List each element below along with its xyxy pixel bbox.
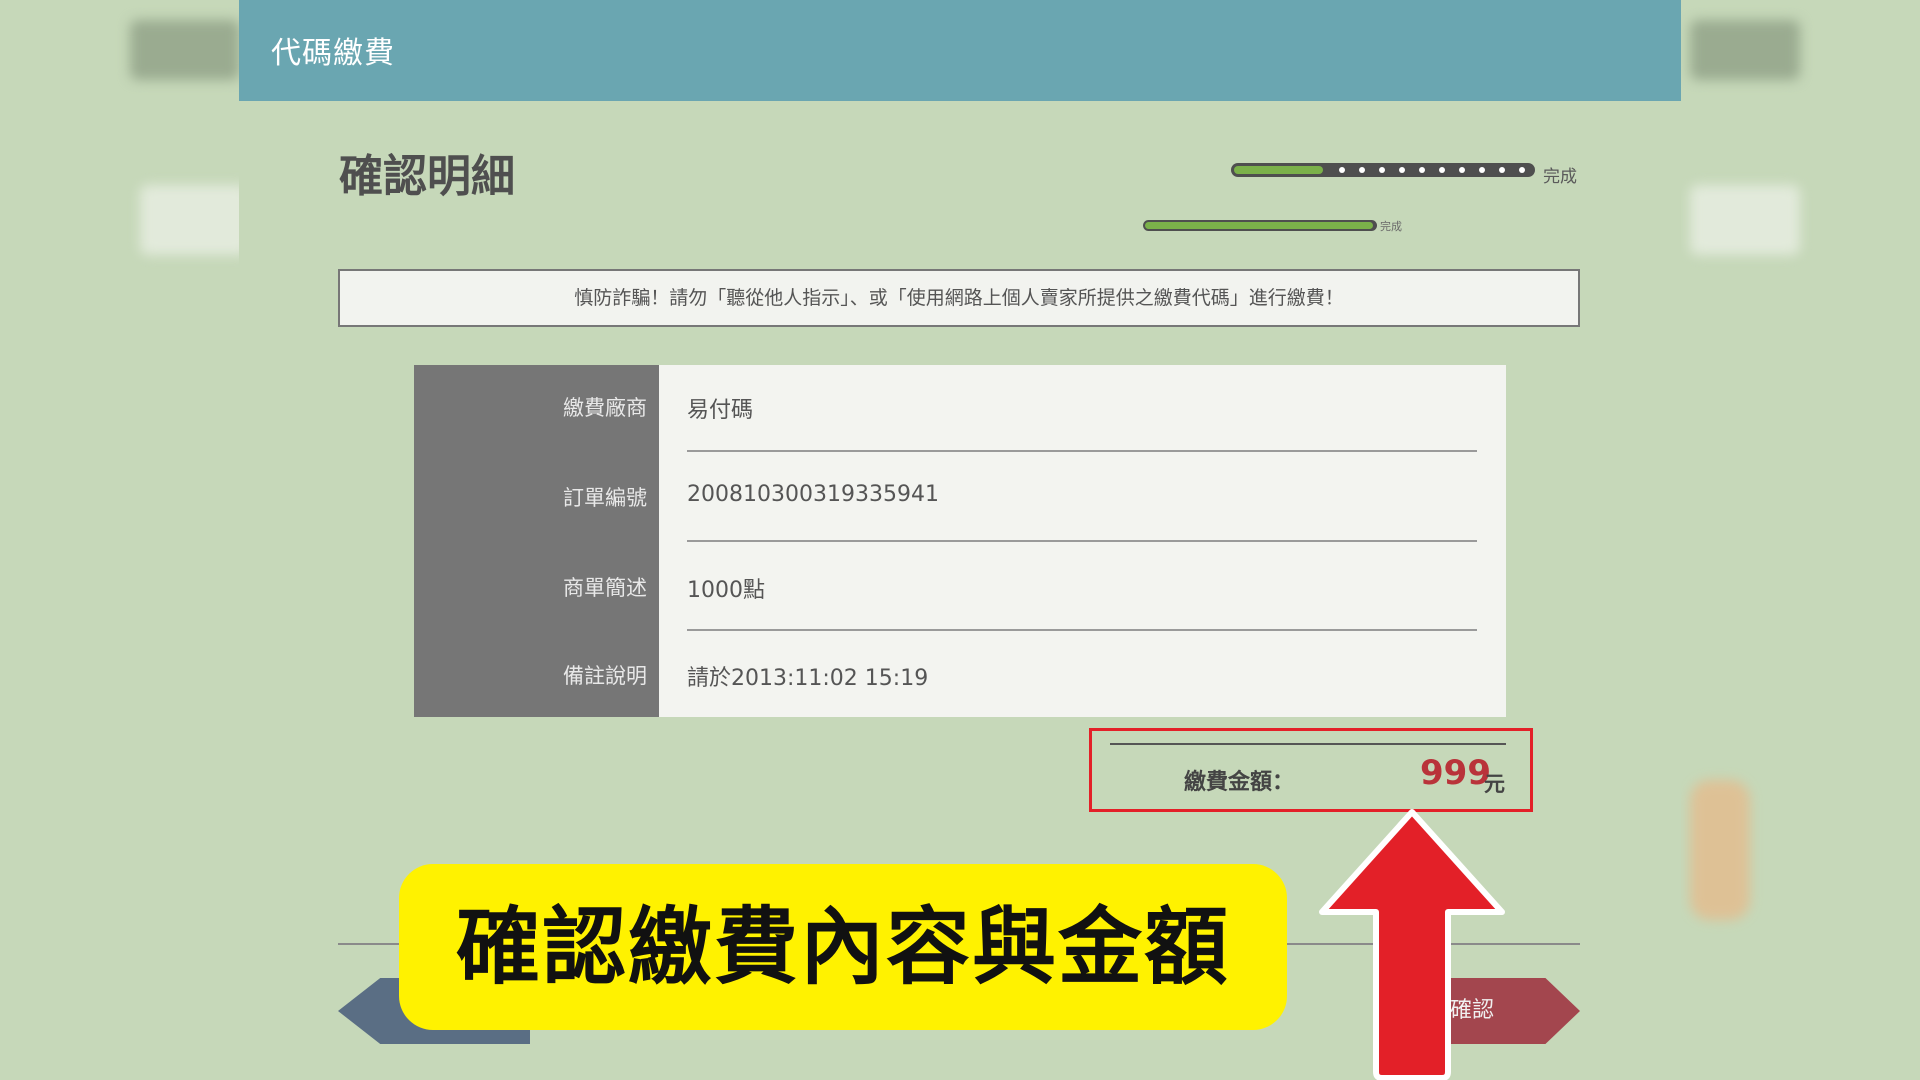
label-description: 商單簡述 <box>563 576 647 600</box>
progress-dot <box>1379 167 1385 173</box>
progress-dot <box>1359 167 1365 173</box>
sub-progress-label: 完成 <box>1380 220 1402 233</box>
amount-unit: 元 <box>1484 772 1505 796</box>
amount-highlight-box: 繳費金額： 999 元 <box>1089 728 1533 812</box>
details-table: 繳費廠商 訂單編號 商單簡述 備註說明 易付碼 2008103003193359… <box>414 365 1506 717</box>
step-progress-fill <box>1234 166 1323 174</box>
sub-progress-fill <box>1145 222 1373 229</box>
app-title: 代碼繳費 <box>271 36 395 71</box>
amount-value: 999 <box>1420 753 1491 793</box>
background-blur-left-bar <box>130 20 240 80</box>
progress-dot <box>1499 167 1505 173</box>
row-divider <box>687 450 1477 452</box>
progress-dot <box>1519 167 1525 173</box>
red-arrow-up-icon <box>1319 809 1505 1080</box>
progress-dot <box>1399 167 1405 173</box>
row-divider <box>687 629 1477 631</box>
label-remark: 備註說明 <box>563 664 647 688</box>
progress-dot <box>1479 167 1485 173</box>
step-progress-bar <box>1231 163 1535 177</box>
sub-progress-bar <box>1143 220 1377 231</box>
fraud-warning-banner: 慎防詐騙！請勿「聽從他人指示」、或「使用網路上個人賣家所提供之繳費代碼」進行繳費… <box>338 269 1580 327</box>
label-merchant: 繳費廠商 <box>563 396 647 420</box>
background-blur-right-bar <box>1690 20 1800 80</box>
annotation-callout: 確認繳費內容與金額 <box>399 864 1287 1030</box>
value-description: 1000點 <box>687 578 765 603</box>
label-order-number: 訂單編號 <box>563 486 647 510</box>
details-label-column: 繳費廠商 訂單編號 商單簡述 備註說明 <box>414 365 659 717</box>
value-order-number: 2008103003193359​41 <box>687 482 939 507</box>
top-bar: 代碼繳費 <box>239 0 1681 101</box>
background-blur-left-card <box>140 185 250 255</box>
progress-dot <box>1439 167 1445 173</box>
amount-label: 繳費金額： <box>1184 770 1295 795</box>
value-remark: 請於2013:11:02 15:19 <box>687 666 929 691</box>
annotation-text: 確認繳費內容與金額 <box>455 898 1230 996</box>
page-title: 確認明細 <box>339 151 515 202</box>
background-blur-right-blob <box>1690 780 1750 920</box>
background-blur-right-card <box>1690 185 1800 255</box>
value-merchant: 易付碼 <box>687 398 754 423</box>
row-divider <box>687 540 1477 542</box>
amount-divider <box>1110 743 1506 745</box>
progress-dot <box>1419 167 1425 173</box>
progress-dot <box>1459 167 1465 173</box>
step-progress-label: 完成 <box>1543 167 1577 187</box>
progress-dot <box>1339 167 1345 173</box>
